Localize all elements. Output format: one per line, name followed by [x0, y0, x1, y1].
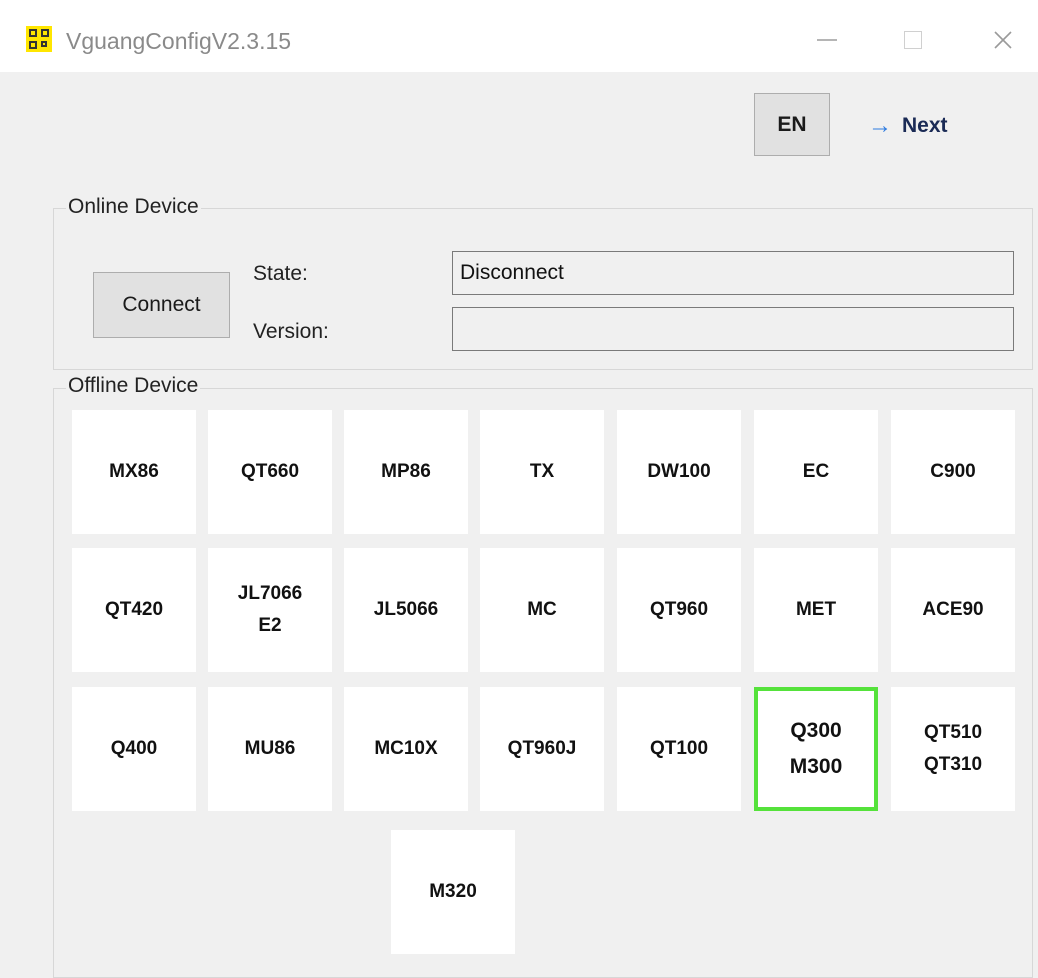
- online-device-legend: Online Device: [66, 195, 201, 219]
- next-label: Next: [902, 114, 948, 137]
- device-button[interactable]: MP86: [344, 410, 468, 534]
- close-button[interactable]: [980, 20, 1026, 60]
- device-button[interactable]: DW100: [617, 410, 741, 534]
- device-button[interactable]: JL5066: [344, 548, 468, 672]
- language-button[interactable]: EN: [754, 93, 830, 156]
- device-button[interactable]: QT960J: [480, 687, 604, 811]
- minimize-button[interactable]: [804, 20, 850, 60]
- device-button[interactable]: QT960: [617, 548, 741, 672]
- next-button[interactable]: → Next: [868, 108, 948, 144]
- maximize-button[interactable]: [890, 20, 936, 60]
- maximize-icon: [904, 31, 922, 49]
- device-button[interactable]: Q400: [72, 687, 196, 811]
- device-button[interactable]: MU86: [208, 687, 332, 811]
- device-button[interactable]: MX86: [72, 410, 196, 534]
- device-button[interactable]: QT420: [72, 548, 196, 672]
- device-button[interactable]: C900: [891, 410, 1015, 534]
- device-button[interactable]: MC: [480, 548, 604, 672]
- title-bar: VguangConfigV2.3.15: [0, 0, 1038, 72]
- close-icon: [994, 31, 1012, 49]
- connect-button[interactable]: Connect: [93, 272, 230, 338]
- device-button[interactable]: EC: [754, 410, 878, 534]
- device-button[interactable]: ACE90: [891, 548, 1015, 672]
- version-label: Version:: [253, 320, 329, 343]
- device-button[interactable]: QT510 QT310: [891, 687, 1015, 811]
- device-button[interactable]: MC10X: [344, 687, 468, 811]
- minimize-icon: [817, 39, 837, 41]
- device-button[interactable]: QT660: [208, 410, 332, 534]
- offline-device-legend: Offline Device: [66, 374, 201, 398]
- arrow-right-icon: →: [868, 112, 892, 139]
- device-button[interactable]: TX: [480, 410, 604, 534]
- device-button[interactable]: Q300 M300: [754, 687, 878, 811]
- device-button[interactable]: MET: [754, 548, 878, 672]
- state-field: Disconnect: [452, 251, 1014, 295]
- window-title: VguangConfigV2.3.15: [66, 28, 292, 54]
- version-field: [452, 307, 1014, 351]
- state-label: State:: [253, 262, 308, 285]
- device-button[interactable]: M320: [391, 830, 515, 954]
- qr-app-icon: [26, 26, 52, 52]
- device-button[interactable]: JL7066 E2: [208, 548, 332, 672]
- device-button[interactable]: QT100: [617, 687, 741, 811]
